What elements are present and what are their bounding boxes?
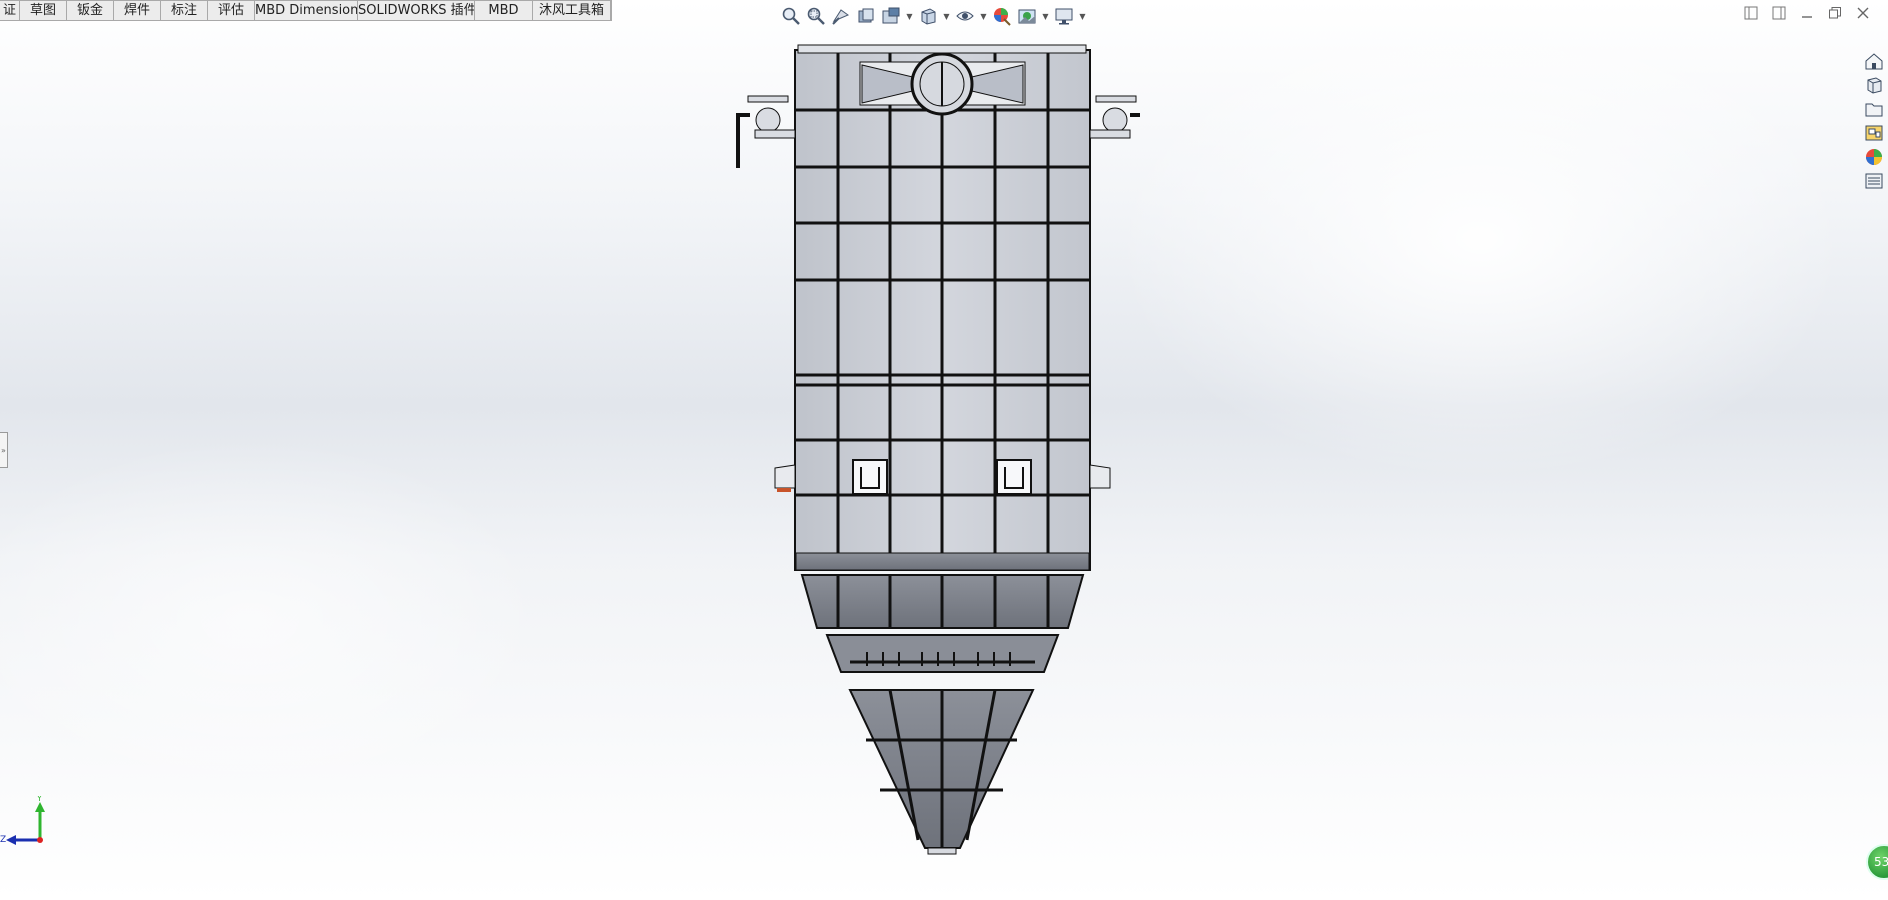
edit-appearance-icon[interactable] [991,5,1013,27]
dropdown-caret-icon[interactable]: ▼ [1078,5,1087,27]
dynamic-annotation-icon[interactable] [880,5,902,27]
status-badge[interactable]: 53 [1866,844,1888,880]
command-tab[interactable]: 草图 [20,1,67,21]
zoom-to-area-icon[interactable] [805,5,827,27]
triad-y-label: Y [36,796,42,803]
command-tab[interactable]: 标注 [161,1,208,21]
command-tab[interactable]: MBD Dimensions [255,1,358,21]
close-icon[interactable] [1854,4,1872,22]
apply-scene-icon[interactable] [1016,5,1038,27]
hopper-middle [825,634,1060,673]
triad-origin [37,837,43,843]
task-pane [1862,50,1888,192]
dropdown-caret-icon[interactable]: ▼ [942,5,951,27]
dropdown-caret-icon[interactable]: ▼ [979,5,988,27]
command-tab[interactable]: MBD [475,1,533,21]
command-manager-tabs: 证草图 钣金 焊件 标注 评估 MBD Dimensions SOLIDWORKS 插件 MB… [0,0,612,21]
lower-band [795,552,1090,571]
previous-view-icon[interactable] [830,5,852,27]
status-badge-text: 53 [1874,855,1888,869]
design-library-icon[interactable] [1862,74,1886,96]
restore-left-icon[interactable] [1742,4,1760,22]
triad-y-arrow-icon [35,802,45,812]
dropdown-caret-icon[interactable]: ▼ [905,5,914,27]
reference-triad: Y Z [0,796,45,845]
appearances-icon[interactable] [1862,146,1886,168]
feature-manager-collapse-handle[interactable]: » [0,432,8,468]
command-tab[interactable]: 证 [0,1,20,21]
view-orientation-icon[interactable] [917,5,939,27]
model-dust-collector-view[interactable] [720,40,1140,860]
section-view-icon[interactable] [855,5,877,27]
restore-right-icon[interactable] [1770,4,1788,22]
zoom-to-fit-icon[interactable] [780,5,802,27]
outlet-flange [927,847,957,855]
roof-edge [797,44,1087,54]
window-controls [1742,4,1872,22]
collapse-arrow-icon: » [1,445,6,455]
display-style-icon[interactable] [954,5,976,27]
solidworks-resources-icon[interactable] [1862,50,1886,72]
command-tab[interactable]: 焊件 [114,1,161,21]
orange-marker [777,488,791,492]
minimize-icon[interactable] [1798,4,1816,22]
maximize-icon[interactable] [1826,4,1844,22]
file-explorer-icon[interactable] [1862,98,1886,120]
custom-properties-icon[interactable] [1862,170,1886,192]
command-tab[interactable]: SOLIDWORKS 插件 [358,1,475,21]
heads-up-view-toolbar: ▼ ▼ ▼ ▼ ▼ [780,3,1087,29]
triad-z-arrow-icon [6,835,16,845]
command-tab[interactable]: 沐风工具箱 [533,1,611,21]
command-tab[interactable]: 钣金 [67,1,114,21]
view-settings-icon[interactable] [1053,5,1075,27]
right-bracket [1089,464,1111,489]
view-palette-icon[interactable] [1862,122,1886,144]
command-tab[interactable]: 评估 [208,1,255,21]
triad-z-label: Z [0,835,6,845]
dropdown-caret-icon[interactable]: ▼ [1041,5,1050,27]
left-bracket [774,464,796,489]
